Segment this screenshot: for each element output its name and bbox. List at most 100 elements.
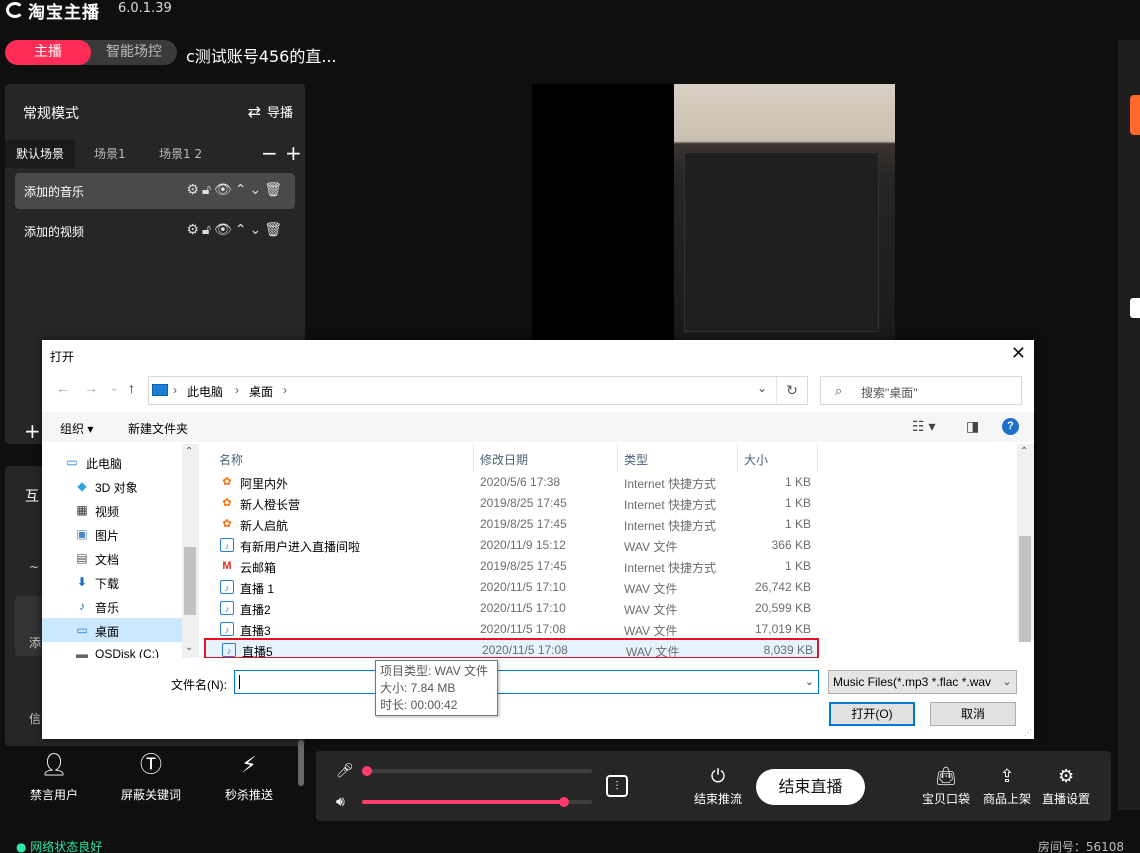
delete-icon[interactable]: 🗑︎ xyxy=(264,182,285,198)
scroll-up-icon[interactable]: ⌃ xyxy=(185,446,193,457)
speaker-volume-knob[interactable] xyxy=(559,797,569,807)
file-row[interactable]: ✿ 新人启航 2019/8/25 17:45 Internet 快捷方式 1 KB xyxy=(202,514,820,535)
add-source-icon[interactable]: + xyxy=(24,419,41,443)
file-name: 云邮箱 xyxy=(240,561,277,575)
back-icon[interactable]: ← xyxy=(56,380,70,396)
column-type[interactable]: 类型 xyxy=(624,451,648,468)
file-modified: 2020/11/5 17:10 xyxy=(480,580,566,594)
file-row[interactable]: ♪ 直播5 2020/11/5 17:08 WAV 文件 8,039 KB xyxy=(204,638,819,658)
filename-input[interactable]: ⌄ xyxy=(234,670,819,694)
column-divider[interactable] xyxy=(737,444,738,472)
file-list-scrollbar[interactable]: ⌃ xyxy=(1017,444,1034,642)
tree-item-pictures[interactable]: ▣ 图片 xyxy=(42,522,182,546)
live-settings-button[interactable]: ⚙ 直播设置 xyxy=(1042,767,1090,807)
live-preview[interactable] xyxy=(532,84,895,344)
file-row[interactable]: ♪ 直播2 2020/11/5 17:10 WAV 文件 20,599 KB xyxy=(202,598,820,619)
scroll-down-icon[interactable]: ⌄ xyxy=(185,642,193,653)
file-type-filter[interactable]: Music Files(*.mp3 *.flac *.wav ⌄ xyxy=(828,670,1017,694)
product-listing-button[interactable]: ⇪ 商品上架 xyxy=(983,767,1031,807)
tree-item-osdisk[interactable]: ▬ OSDisk (C:) xyxy=(42,642,182,658)
search-box[interactable]: ⌕ 搜索"桌面" xyxy=(820,376,1022,405)
tree-item-downloads[interactable]: ⬇ 下载 xyxy=(42,570,182,594)
forward-icon[interactable]: → xyxy=(84,380,98,396)
tree-item-3d-objects[interactable]: ◆ 3D 对象 xyxy=(42,474,182,498)
end-live-button[interactable]: 结束直播 xyxy=(756,769,865,805)
visibility-icon[interactable]: 👁︎ xyxy=(214,182,235,198)
close-icon[interactable]: ✕ xyxy=(1011,343,1026,364)
tree-item-videos[interactable]: ▦ 视频 xyxy=(42,498,182,522)
cancel-button[interactable]: 取消 xyxy=(930,702,1016,726)
column-modified[interactable]: 修改日期 xyxy=(480,451,528,468)
tree-item-music[interactable]: ♪ 音乐 xyxy=(42,594,182,618)
file-row[interactable]: ✿ 新人橙长营 2019/8/25 17:45 Internet 快捷方式 1 KB xyxy=(202,493,820,514)
column-size[interactable]: 大小 xyxy=(744,451,768,468)
tab-default-scene[interactable]: 默认场景 xyxy=(5,140,76,168)
left-scrollbar[interactable] xyxy=(298,740,304,786)
file-row[interactable]: ✿ 阿里内外 2020/5/6 17:38 Internet 快捷方式 1 KB xyxy=(202,472,820,493)
source-item-video[interactable]: 添加的视频 ⚙🔓︎👁︎⌃⌄🗑︎ xyxy=(15,213,295,249)
address-bar[interactable]: › 此电脑 › 桌面 › ⌄ xyxy=(148,376,808,405)
microphone-icon[interactable]: 🎤︎ xyxy=(336,763,354,779)
add-scene-icon[interactable]: + xyxy=(285,140,302,166)
tab-scene-1-2[interactable]: 场景1 2 xyxy=(148,140,213,168)
filter-dropdown-icon[interactable]: ⌄ xyxy=(998,671,1016,693)
help-icon[interactable]: ? xyxy=(1002,418,1019,435)
product-bag-button[interactable]: 👜︎ 宝贝口袋 xyxy=(922,767,970,807)
file-list-scroll-thumb[interactable] xyxy=(1019,536,1031,642)
settings-icon[interactable]: ⚙ xyxy=(186,222,202,238)
column-name[interactable]: 名称 xyxy=(219,451,243,468)
recent-locations-icon[interactable]: ⌄ xyxy=(110,383,118,394)
right-sidebar-toggle[interactable] xyxy=(1130,298,1140,318)
column-divider[interactable] xyxy=(817,444,818,472)
file-row[interactable]: ♪ 直播3 2020/11/5 17:08 WAV 文件 17,019 KB xyxy=(202,619,820,640)
delete-icon[interactable]: 🗑︎ xyxy=(264,222,285,238)
settings-icon[interactable]: ⚙ xyxy=(186,182,202,198)
tree-item-desktop[interactable]: ▭ 桌面 xyxy=(42,618,182,642)
right-sidebar-active-tab[interactable] xyxy=(1130,95,1140,135)
flash-sale-button[interactable]: ⚡︎ 秒杀推送 xyxy=(209,752,289,803)
tree-item-documents[interactable]: ▤ 文档 xyxy=(42,546,182,570)
up-folder-icon[interactable]: ↑ xyxy=(128,380,135,396)
mic-volume-slider[interactable] xyxy=(362,766,592,776)
address-dropdown-icon[interactable]: ⌄ xyxy=(757,381,767,395)
guide-button[interactable]: ⇄ 导播 xyxy=(248,102,293,121)
tab-anchor[interactable]: 主播 xyxy=(5,40,91,65)
tree-scroll-thumb[interactable] xyxy=(184,547,196,615)
breadcrumb-this-pc[interactable]: 此电脑 xyxy=(187,383,223,400)
organize-menu[interactable]: 组织 ▾ xyxy=(60,420,93,437)
move-up-icon[interactable]: ⌃ xyxy=(235,222,250,238)
filename-dropdown-icon[interactable]: ⌄ xyxy=(805,675,814,688)
refresh-icon[interactable]: ↻ xyxy=(776,376,808,405)
breadcrumb-desktop[interactable]: 桌面 xyxy=(249,383,273,400)
new-folder-button[interactable]: 新建文件夹 xyxy=(128,420,188,437)
lock-icon[interactable]: 🔓︎ xyxy=(202,182,214,198)
end-stream-button[interactable]: ⏻ 结束推流 xyxy=(694,767,742,807)
scroll-up-icon[interactable]: ⌃ xyxy=(1020,446,1028,457)
speaker-icon[interactable]: 🔊︎ xyxy=(336,794,345,810)
preview-pane-icon[interactable]: ◨ xyxy=(966,418,979,435)
tab-smart-control[interactable]: 智能场控 xyxy=(91,40,177,65)
move-down-icon[interactable]: ⌄ xyxy=(249,182,264,198)
mic-volume-knob[interactable] xyxy=(362,766,372,776)
column-divider[interactable] xyxy=(473,444,474,472)
source-item-music[interactable]: 添加的音乐 ⚙🔓︎👁︎⌃⌄🗑︎ xyxy=(15,173,295,209)
view-options-icon[interactable]: ☷ ▾ xyxy=(912,418,935,435)
speaker-volume-slider[interactable] xyxy=(362,797,592,807)
file-row[interactable]: M 云邮箱 2019/8/25 17:45 Internet 快捷方式 1 KB xyxy=(202,556,820,577)
file-row[interactable]: ♪ 有新用户进入直播间啦 2020/11/9 15:12 WAV 文件 366 KB xyxy=(202,535,820,556)
lock-icon[interactable]: 🔓︎ xyxy=(202,222,214,238)
tree-scrollbar[interactable]: ⌃ ⌄ xyxy=(182,444,199,658)
remove-scene-icon[interactable]: − xyxy=(261,140,278,166)
move-down-icon[interactable]: ⌄ xyxy=(249,222,264,238)
file-row[interactable]: ♪ 直播 1 2020/11/5 17:10 WAV 文件 26,742 KB xyxy=(202,577,820,598)
tab-scene-1[interactable]: 场景1 xyxy=(83,140,137,168)
move-up-icon[interactable]: ⌃ xyxy=(235,182,250,198)
mute-user-button[interactable]: 👤︎ 禁言用户 xyxy=(14,752,94,803)
tree-item-this-pc[interactable]: ▭ 此电脑 xyxy=(42,450,182,474)
column-divider[interactable] xyxy=(617,444,618,472)
mixer-icon[interactable]: ⫶ xyxy=(606,775,628,797)
block-keyword-button[interactable]: Ⓣ 屏蔽关键词 xyxy=(111,752,191,803)
visibility-icon[interactable]: 👁︎ xyxy=(214,222,235,238)
open-button[interactable]: 打开(O) xyxy=(829,702,915,726)
resize-grip-icon[interactable]: ⋰ xyxy=(1024,728,1032,737)
